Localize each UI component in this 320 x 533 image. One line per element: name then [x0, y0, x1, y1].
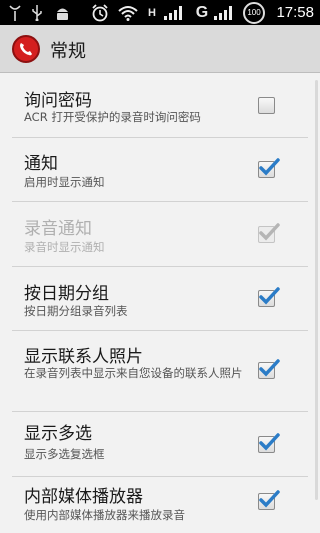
g-signal-icon: G: [195, 3, 209, 21]
pref-title: 显示多选: [24, 424, 92, 444]
checkmark-icon: [259, 359, 280, 377]
h-signal-icon: H: [148, 6, 156, 19]
clock: 17:58: [276, 4, 314, 21]
wifi-icon: [118, 3, 138, 22]
pref-internal-media-player[interactable]: 内部媒体播放器 使用内部媒体播放器来播放录音: [0, 477, 320, 533]
checkmark-icon: [259, 158, 280, 176]
pref-summary: 使用内部媒体播放器来播放录音: [24, 508, 185, 522]
pref-title: 通知: [24, 154, 58, 174]
pref-checkbox-checked[interactable]: [258, 490, 280, 510]
checkmark-icon: [259, 433, 280, 451]
android-icon: [54, 3, 70, 22]
pref-group-by-date[interactable]: 按日期分组 按日期分组录音列表: [0, 267, 320, 330]
pref-title: 内部媒体播放器: [24, 487, 143, 507]
pref-show-multiselect[interactable]: 显示多选 显示多选复选框: [0, 412, 320, 476]
pref-title: 询问密码: [24, 91, 92, 111]
app-logo-phone-icon[interactable]: [12, 35, 40, 63]
pref-ask-password[interactable]: 询问密码 ACR 打开受保护的录音时询问密码: [0, 74, 320, 137]
pref-title: 显示联系人照片: [24, 347, 143, 367]
page-title: 常规: [50, 41, 86, 62]
pref-summary: 录音时显示通知: [24, 240, 105, 254]
pref-title: 录音通知: [24, 219, 92, 239]
pref-checkbox-unchecked[interactable]: [258, 97, 275, 114]
usb-icon: [30, 3, 44, 22]
pref-summary: ACR 打开受保护的录音时询问密码: [24, 110, 201, 124]
signal-icon: [213, 3, 235, 22]
checkmark-icon: [259, 223, 280, 241]
status-bar: H G 100 17:58: [0, 0, 320, 25]
pref-checkbox-checked[interactable]: [258, 158, 280, 178]
pref-checkbox-disabled: [258, 223, 280, 243]
checkmark-icon: [259, 490, 280, 508]
scrollbar[interactable]: [315, 80, 318, 500]
pref-summary: 显示多选复选框: [24, 447, 105, 461]
pref-show-contact-photos[interactable]: 显示联系人照片 在录音列表中显示来自您设备的联系人照片: [0, 331, 320, 411]
pref-summary: 按日期分组录音列表: [24, 304, 128, 318]
antenna-icon: [8, 3, 22, 22]
battery-icon: 100: [242, 1, 266, 24]
pref-summary: 在录音列表中显示来自您设备的联系人照片: [24, 366, 243, 380]
battery-level: 100: [243, 1, 265, 24]
checkmark-icon: [259, 287, 280, 305]
pref-title: 按日期分组: [24, 284, 109, 304]
signal-icon: [163, 3, 185, 22]
pref-recording-notification: 录音通知 录音时显示通知: [0, 202, 320, 266]
pref-summary: 启用时显示通知: [24, 175, 105, 189]
action-bar: 常规: [0, 25, 320, 73]
pref-notification[interactable]: 通知 启用时显示通知: [0, 138, 320, 201]
pref-checkbox-checked[interactable]: [258, 287, 280, 307]
pref-checkbox-checked[interactable]: [258, 433, 280, 453]
alarm-icon: [90, 3, 110, 22]
pref-checkbox-checked[interactable]: [258, 359, 280, 379]
